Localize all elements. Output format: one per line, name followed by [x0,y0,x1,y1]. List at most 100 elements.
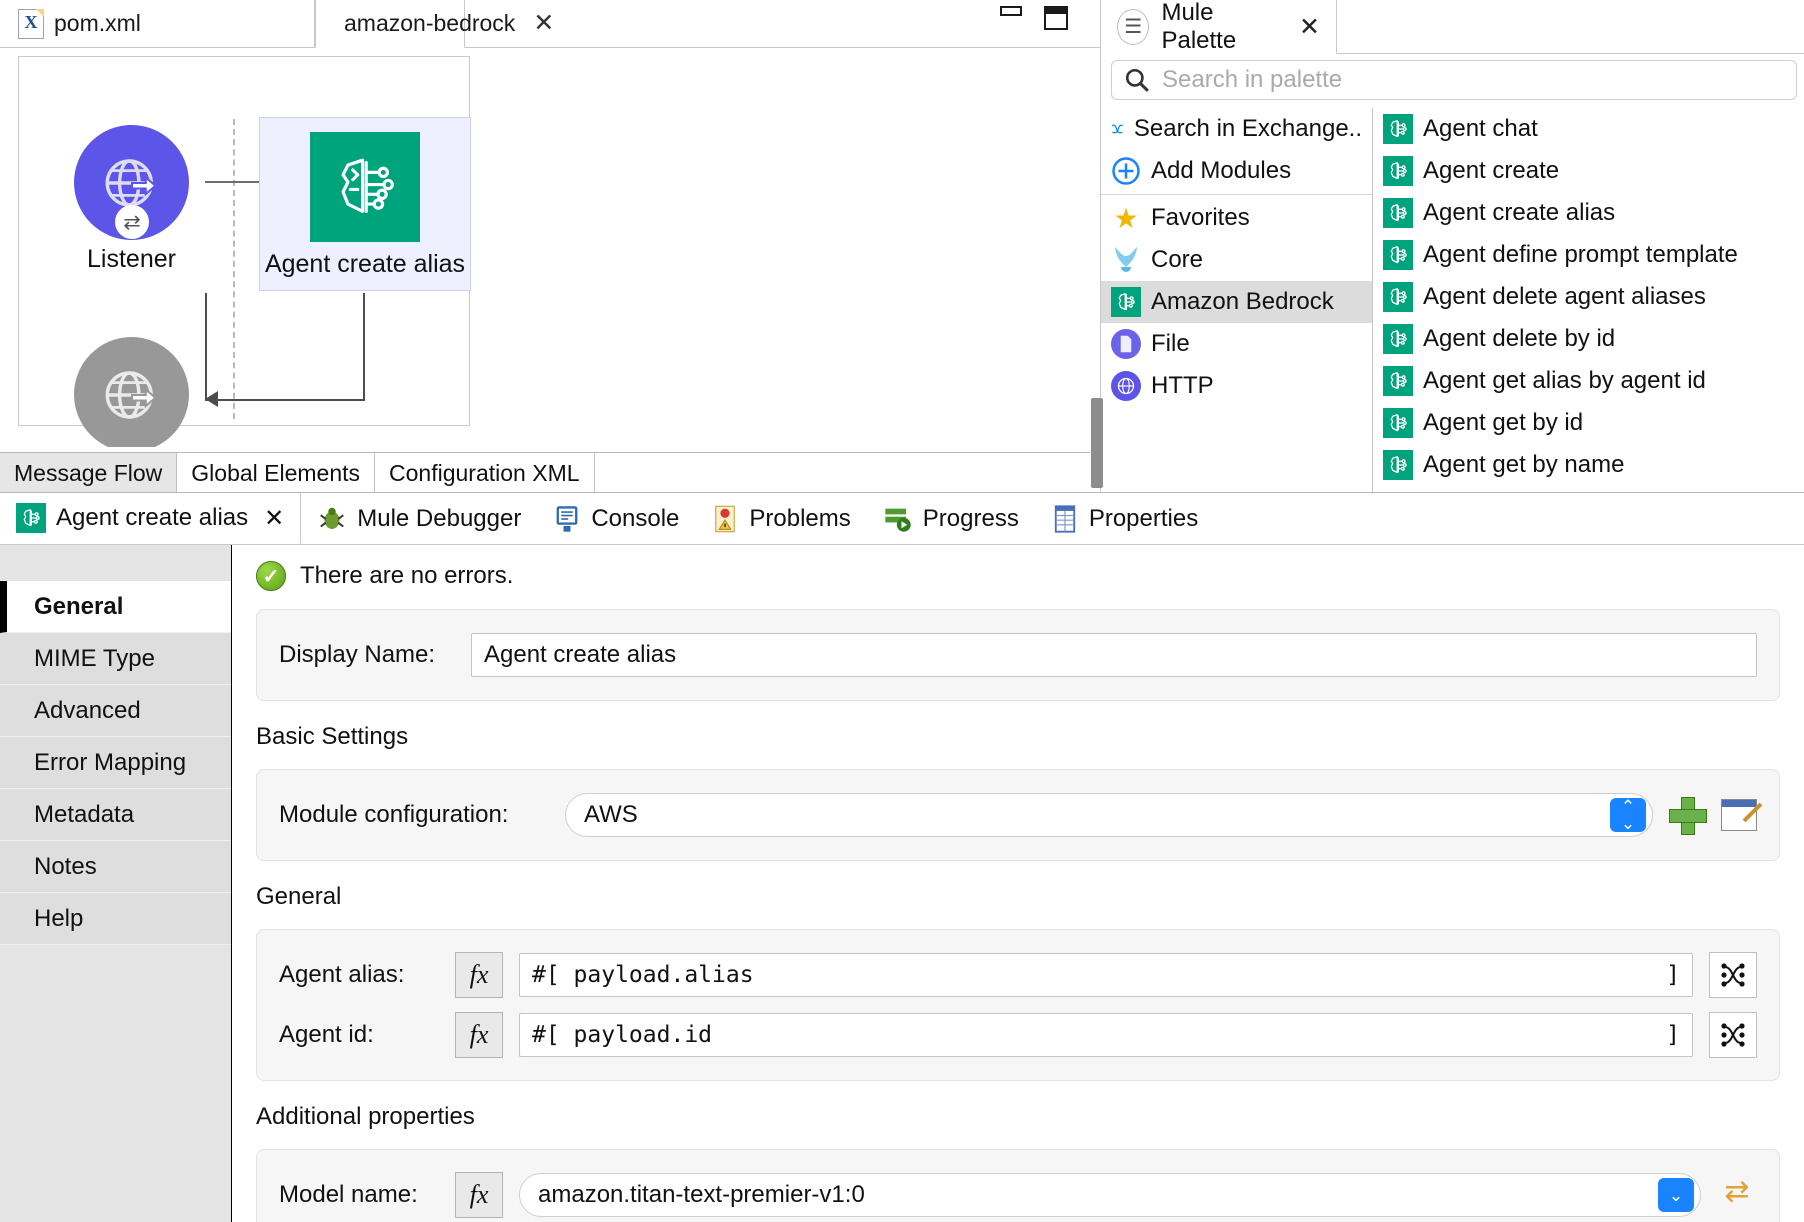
palette-item-file[interactable]: File [1101,323,1372,365]
palette-search-box[interactable]: Search in palette [1111,60,1797,100]
fx-toggle-button[interactable]: fx [455,1172,503,1218]
tab-properties[interactable]: Properties [1035,493,1214,544]
editor-tab-amazon-bedrock[interactable]: amazon-bedrock ✕ [315,0,554,48]
tab-label: Message Flow [14,459,163,486]
agent-alias-closing-bracket: ] [1666,962,1680,988]
tab-agent-create-alias[interactable]: Agent create alias ✕ [0,493,302,544]
close-icon[interactable]: ✕ [264,504,284,533]
problems-icon [715,505,736,532]
palette-item-add-modules[interactable]: Add Modules [1101,150,1372,192]
nav-item-advanced[interactable]: Advanced [0,685,231,737]
palette-item-favorites[interactable]: ★ Favorites [1101,197,1372,239]
tab-label: Agent create alias [56,504,249,531]
fx-toggle-button[interactable]: fx [455,952,503,998]
display-name-label: Display Name: [279,641,436,668]
dataweave-icon[interactable] [1709,952,1757,998]
agent-id-label: Agent id: [279,1021,374,1048]
chevron-updown-icon[interactable]: ⌃ ⌄ [1610,798,1646,832]
palette-operation-label: Agent get by name [1423,451,1625,478]
agent-id-closing-bracket: ] [1666,1022,1680,1048]
palette-item-amazon-bedrock[interactable]: Amazon Bedrock [1101,281,1372,323]
tab-label: Progress [922,504,1019,532]
palette-operation-agent-delete-by-id[interactable]: Agent delete by id [1373,318,1804,360]
plus-icon[interactable] [1669,797,1707,835]
nav-label: Help [34,904,84,932]
module-configuration-row: Module configuration: AWS ⌃ ⌄ [279,788,1757,842]
agent-alias-input[interactable]: #[ payload.alias ] [519,953,1693,997]
nav-item-general[interactable]: General [0,581,231,633]
module-configuration-select[interactable]: AWS ⌃ ⌄ [565,793,1653,837]
star-icon: ★ [1113,202,1139,234]
palette-item-http[interactable]: HTTP [1101,365,1372,407]
nav-item-metadata[interactable]: Metadata [0,789,231,841]
editor-area: pom.xml amazon-bedrock ✕ [0,0,1804,493]
model-name-row: Model name: fx amazon.titan-text-premier… [279,1168,1757,1222]
refresh-icon[interactable]: ⇄ [1717,1177,1757,1213]
palette-item-core[interactable]: Core [1101,239,1372,281]
palette-operation-list[interactable]: Agent chat Agent create Agent create ali… [1373,108,1804,492]
agent-alias-row: Agent alias: fx #[ payload.alias ] [279,948,1757,1002]
flow-node-agent-create-alias[interactable]: Agent create alias [259,117,471,291]
palette-scrollbar[interactable] [1091,398,1103,488]
palette-operation-agent-create-alias[interactable]: Agent create alias [1373,192,1804,234]
exchange-icon [1111,124,1124,134]
model-name-select[interactable]: amazon.titan-text-premier-v1:0 ⌄ [519,1173,1701,1217]
palette-operation-agent-delete-agent-aliases[interactable]: Agent delete agent aliases [1373,276,1804,318]
tab-problems[interactable]: Problems [695,493,866,544]
close-icon[interactable]: ✕ [1299,12,1320,42]
palette-operation-agent-chat[interactable]: Agent chat [1373,108,1804,150]
palette-tab[interactable]: ☰ Mule Palette ✕ [1101,0,1337,54]
model-name-label: Model name: [279,1181,418,1208]
tab-label: Mule Debugger [357,504,522,532]
palette-operation-agent-create[interactable]: Agent create [1373,150,1804,192]
hamburger-icon[interactable]: ☰ [1117,8,1150,45]
tab-console[interactable]: Console [537,493,695,544]
general-card: Agent alias: fx #[ payload.alias ] Agent… [256,929,1780,1081]
properties-form: ✓ There are no errors. Display Name: Age… [232,545,1804,1222]
tab-progress[interactable]: Progress [867,493,1035,544]
console-icon [556,505,578,532]
model-name-value: amazon.titan-text-premier-v1:0 [538,1181,865,1208]
properties-nav: General MIME Type Advanced Error Mapping… [0,545,232,1222]
additional-properties-card: Model name: fx amazon.titan-text-premier… [256,1149,1780,1222]
maximize-icon[interactable] [1044,6,1068,30]
edit-icon[interactable] [1721,799,1757,831]
tab-label: Global Elements [191,459,361,486]
palette-operation-agent-get-by-id[interactable]: Agent get by id [1373,402,1804,444]
basic-settings-card: Module configuration: AWS ⌃ ⌄ [256,769,1780,861]
palette-item-search-in-exchange[interactable]: Search in Exchange.. [1101,108,1372,150]
tab-global-elements[interactable]: Global Elements [177,453,376,493]
minimize-icon[interactable] [1000,6,1022,16]
tab-configuration-xml[interactable]: Configuration XML [375,453,595,493]
bedrock-brain-icon [1111,287,1141,317]
tab-mule-debugger[interactable]: Mule Debugger [301,493,537,544]
palette-columns: Search in Exchange.. Add Modules ★ Favor… [1091,108,1804,492]
properties-icon [1054,504,1075,533]
bedrock-brain-icon [310,132,420,242]
flow-node-listener-response[interactable] [74,337,189,447]
dataweave-icon[interactable] [1709,1012,1757,1058]
close-icon[interactable]: ✕ [533,11,554,36]
module-configuration-label: Module configuration: [279,801,509,828]
display-name-input[interactable]: Agent create alias [471,633,1757,677]
chevron-down-icon[interactable]: ⌄ [1658,1178,1694,1212]
nav-item-mime-type[interactable]: MIME Type [0,633,231,685]
nav-item-help[interactable]: Help [0,893,231,945]
nav-item-notes[interactable]: Notes [0,841,231,893]
bedrock-brain-icon [1383,114,1413,144]
globe-arrow-icon [105,370,157,419]
agent-id-input[interactable]: #[ payload.id ] [519,1013,1693,1057]
palette-operation-agent-get-alias-by-agent-id[interactable]: Agent get alias by agent id [1373,360,1804,402]
palette-title: Mule Palette [1161,0,1237,54]
tab-message-flow[interactable]: Message Flow [0,453,178,493]
palette-operation-label: Agent create alias [1423,199,1616,226]
palette-category-list: Search in Exchange.. Add Modules ★ Favor… [1091,108,1373,492]
message-flow-canvas[interactable]: ⇄ Listener Agent create alias [0,48,1100,447]
palette-operation-agent-define-prompt-template[interactable]: Agent define prompt template [1373,234,1804,276]
editor-tab-pom-xml[interactable]: pom.xml [0,0,315,48]
search-input-placeholder[interactable]: Search in palette [1162,66,1342,94]
nav-label: Advanced [34,696,141,724]
nav-item-error-mapping[interactable]: Error Mapping [0,737,231,789]
fx-toggle-button[interactable]: fx [455,1012,503,1058]
palette-operation-agent-get-by-name[interactable]: Agent get by name [1373,444,1804,486]
